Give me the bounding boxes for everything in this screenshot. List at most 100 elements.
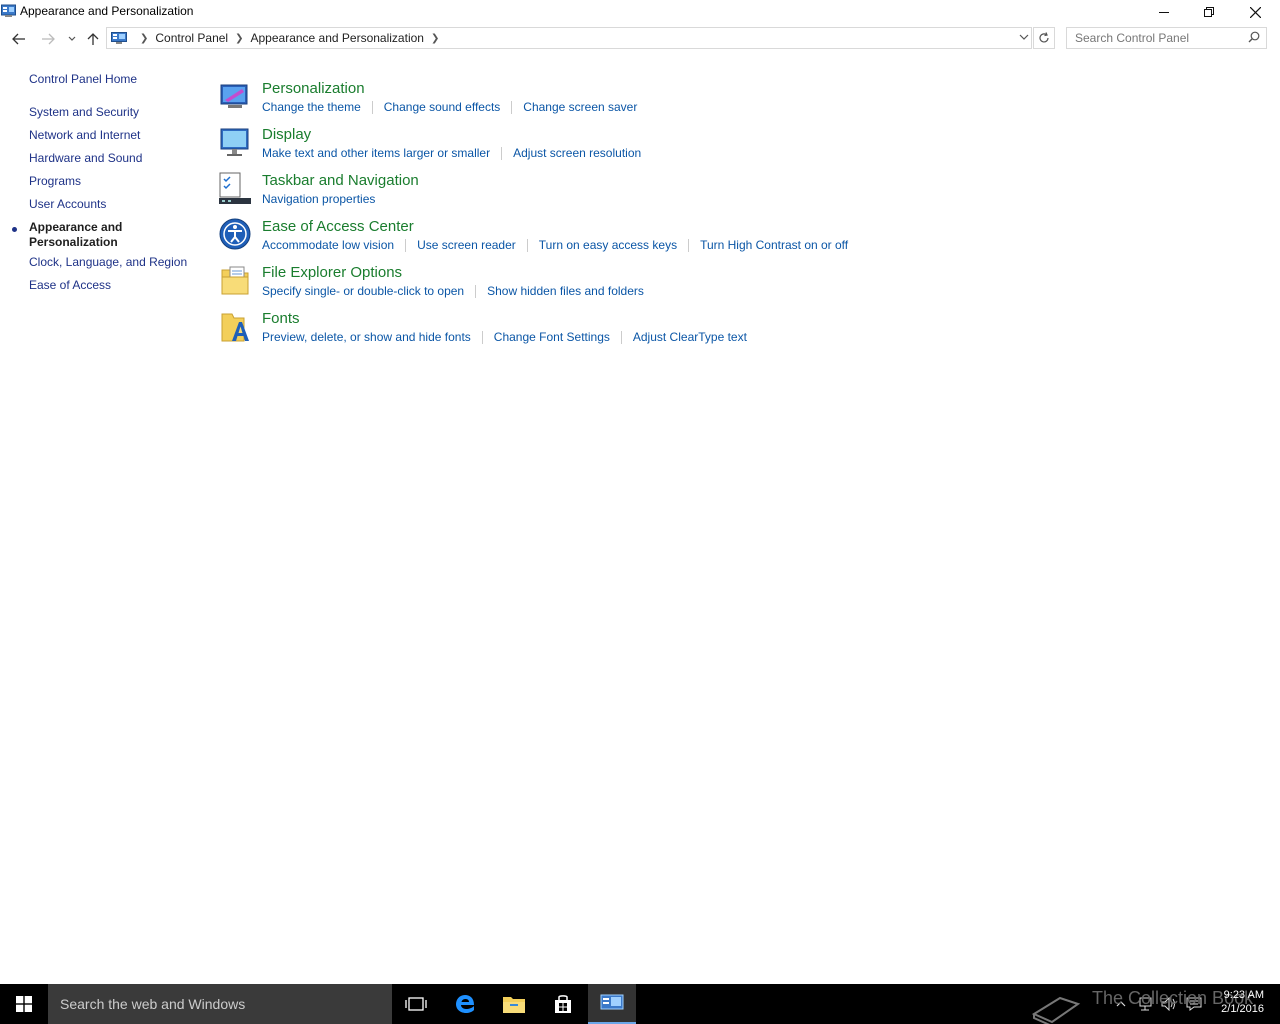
taskbar-edge[interactable] — [441, 984, 489, 1024]
sidebar-item-hardware-and-sound[interactable]: Hardware and Sound — [29, 151, 142, 165]
up-button[interactable] — [82, 28, 104, 50]
link-change-sound-effects[interactable]: Change sound effects — [384, 100, 501, 114]
link-show-hidden-files[interactable]: Show hidden files and folders — [487, 284, 644, 298]
close-icon — [1249, 6, 1261, 18]
search-input[interactable]: Search Control Panel — [1066, 27, 1267, 49]
address-dropdown-button[interactable] — [1019, 30, 1029, 47]
arrow-left-icon — [12, 33, 25, 45]
category-title-taskbar-and-navigation[interactable]: Taskbar and Navigation — [262, 172, 419, 189]
close-button[interactable] — [1232, 0, 1278, 24]
taskbar: Search the web and Windows — [0, 984, 1280, 1024]
link-make-text-larger[interactable]: Make text and other items larger or smal… — [262, 146, 490, 160]
search-icon[interactable] — [1248, 31, 1260, 43]
link-divider — [688, 239, 690, 252]
taskbar-clock[interactable]: 9:23 AM 2/1/2016 — [1212, 988, 1264, 1016]
taskbar-search-box[interactable]: Search the web and Windows — [48, 984, 392, 1024]
restore-icon — [1204, 7, 1214, 17]
edge-icon — [456, 995, 474, 1013]
sidebar-item-system-and-security[interactable]: System and Security — [29, 105, 139, 119]
sidebar-item-ease-of-access[interactable]: Ease of Access — [29, 278, 111, 292]
store-icon — [555, 995, 571, 1013]
chevron-right-icon[interactable]: ❯ — [140, 33, 148, 44]
title-bar: Appearance and Personalization — [0, 0, 1280, 24]
refresh-button[interactable] — [1033, 27, 1055, 49]
folder-icon — [503, 997, 525, 1013]
link-divider — [501, 147, 503, 160]
breadcrumb-appearance[interactable]: Appearance and Personalization — [251, 31, 424, 45]
link-use-screen-reader[interactable]: Use screen reader — [417, 238, 516, 252]
window-title: Appearance and Personalization — [20, 4, 194, 18]
category-title-fonts[interactable]: Fonts — [262, 310, 300, 327]
sidebar-item-network-and-internet[interactable]: Network and Internet — [29, 128, 140, 142]
ease-of-access-icon — [219, 218, 251, 250]
fonts-icon — [221, 313, 249, 342]
link-change-screen-saver[interactable]: Change screen saver — [523, 100, 637, 114]
sidebar-item-appearance-and-personalization: Appearance and Personalization — [29, 220, 123, 249]
taskbar-store[interactable] — [539, 984, 587, 1024]
link-divider — [475, 285, 477, 298]
link-divider — [511, 101, 513, 114]
sidebar-item-clock-language-region[interactable]: Clock, Language, and Region — [29, 255, 187, 269]
link-divider — [526, 239, 528, 252]
category-file-explorer-options: File Explorer Options Specify single- or… — [218, 264, 1218, 310]
forward-button[interactable] — [37, 28, 59, 50]
link-adjust-cleartype[interactable]: Adjust ClearType text — [633, 330, 747, 344]
category-personalization: Personalization Change the theme Change … — [218, 80, 1218, 126]
category-title-display[interactable]: Display — [262, 126, 311, 143]
category-title-file-explorer-options[interactable]: File Explorer Options — [262, 264, 402, 281]
link-single-double-click[interactable]: Specify single- or double-click to open — [262, 284, 464, 298]
taskbar-file-explorer[interactable] — [490, 984, 538, 1024]
category-title-personalization[interactable]: Personalization — [262, 80, 365, 97]
address-bar[interactable]: ❯ Control Panel ❯ Appearance and Persona… — [106, 27, 1032, 49]
sidebar-item-control-panel-home[interactable]: Control Panel Home — [29, 72, 137, 86]
chevron-right-icon[interactable]: ❯ — [431, 33, 439, 44]
category-taskbar-and-navigation: Taskbar and Navigation Navigation proper… — [218, 172, 1218, 218]
taskbar-control-panel[interactable] — [588, 984, 636, 1024]
personalization-icon — [220, 84, 248, 108]
start-button[interactable] — [0, 984, 48, 1024]
control-panel-icon — [1, 4, 16, 17]
sidebar-item-user-accounts[interactable]: User Accounts — [29, 197, 106, 211]
category-fonts: Fonts Preview, delete, or show and hide … — [218, 310, 1218, 356]
minimize-button[interactable] — [1141, 0, 1187, 24]
chevron-right-icon[interactable]: ❯ — [235, 33, 243, 44]
taskbar-icon — [219, 172, 251, 204]
link-navigation-properties[interactable]: Navigation properties — [262, 192, 375, 206]
windows-logo-icon — [16, 996, 32, 1012]
book-watermark-icon — [1031, 996, 1081, 1024]
display-icon — [220, 128, 249, 156]
link-divider — [481, 331, 483, 344]
link-change-theme[interactable]: Change the theme — [262, 100, 361, 114]
chevron-down-icon — [68, 36, 76, 41]
arrow-up-icon — [87, 33, 99, 45]
category-title-ease-of-access-center[interactable]: Ease of Access Center — [262, 218, 414, 235]
link-divider — [371, 101, 373, 114]
control-panel-icon — [111, 32, 127, 44]
link-easy-access-keys[interactable]: Turn on easy access keys — [539, 238, 677, 252]
breadcrumb-control-panel[interactable]: Control Panel — [155, 31, 228, 45]
chevron-down-icon — [1019, 34, 1029, 40]
link-accommodate-low-vision[interactable]: Accommodate low vision — [262, 238, 394, 252]
clock-date: 2/1/2016 — [1221, 1003, 1264, 1015]
back-button[interactable] — [8, 28, 30, 50]
restore-button[interactable] — [1186, 0, 1232, 24]
control-panel-icon — [600, 994, 624, 1010]
active-bullet — [12, 227, 17, 232]
category-display: Display Make text and other items larger… — [218, 126, 1218, 172]
link-adjust-resolution[interactable]: Adjust screen resolution — [513, 146, 641, 160]
minimize-icon — [1159, 12, 1169, 13]
folder-options-icon — [221, 266, 249, 295]
link-change-font-settings[interactable]: Change Font Settings — [494, 330, 610, 344]
task-view-button[interactable] — [392, 984, 440, 1024]
category-ease-of-access-center: Ease of Access Center Accommodate low vi… — [218, 218, 1218, 264]
link-divider — [405, 239, 407, 252]
task-view-icon — [405, 997, 427, 1011]
clock-time: 9:23 AM — [1223, 989, 1264, 1001]
link-high-contrast[interactable]: Turn High Contrast on or off — [700, 238, 848, 252]
link-divider — [620, 331, 622, 344]
recent-locations-button[interactable] — [61, 28, 83, 50]
link-preview-fonts[interactable]: Preview, delete, or show and hide fonts — [262, 330, 471, 344]
arrow-right-icon — [42, 33, 55, 45]
sidebar-item-programs[interactable]: Programs — [29, 174, 81, 188]
search-placeholder: Search Control Panel — [1075, 31, 1190, 45]
